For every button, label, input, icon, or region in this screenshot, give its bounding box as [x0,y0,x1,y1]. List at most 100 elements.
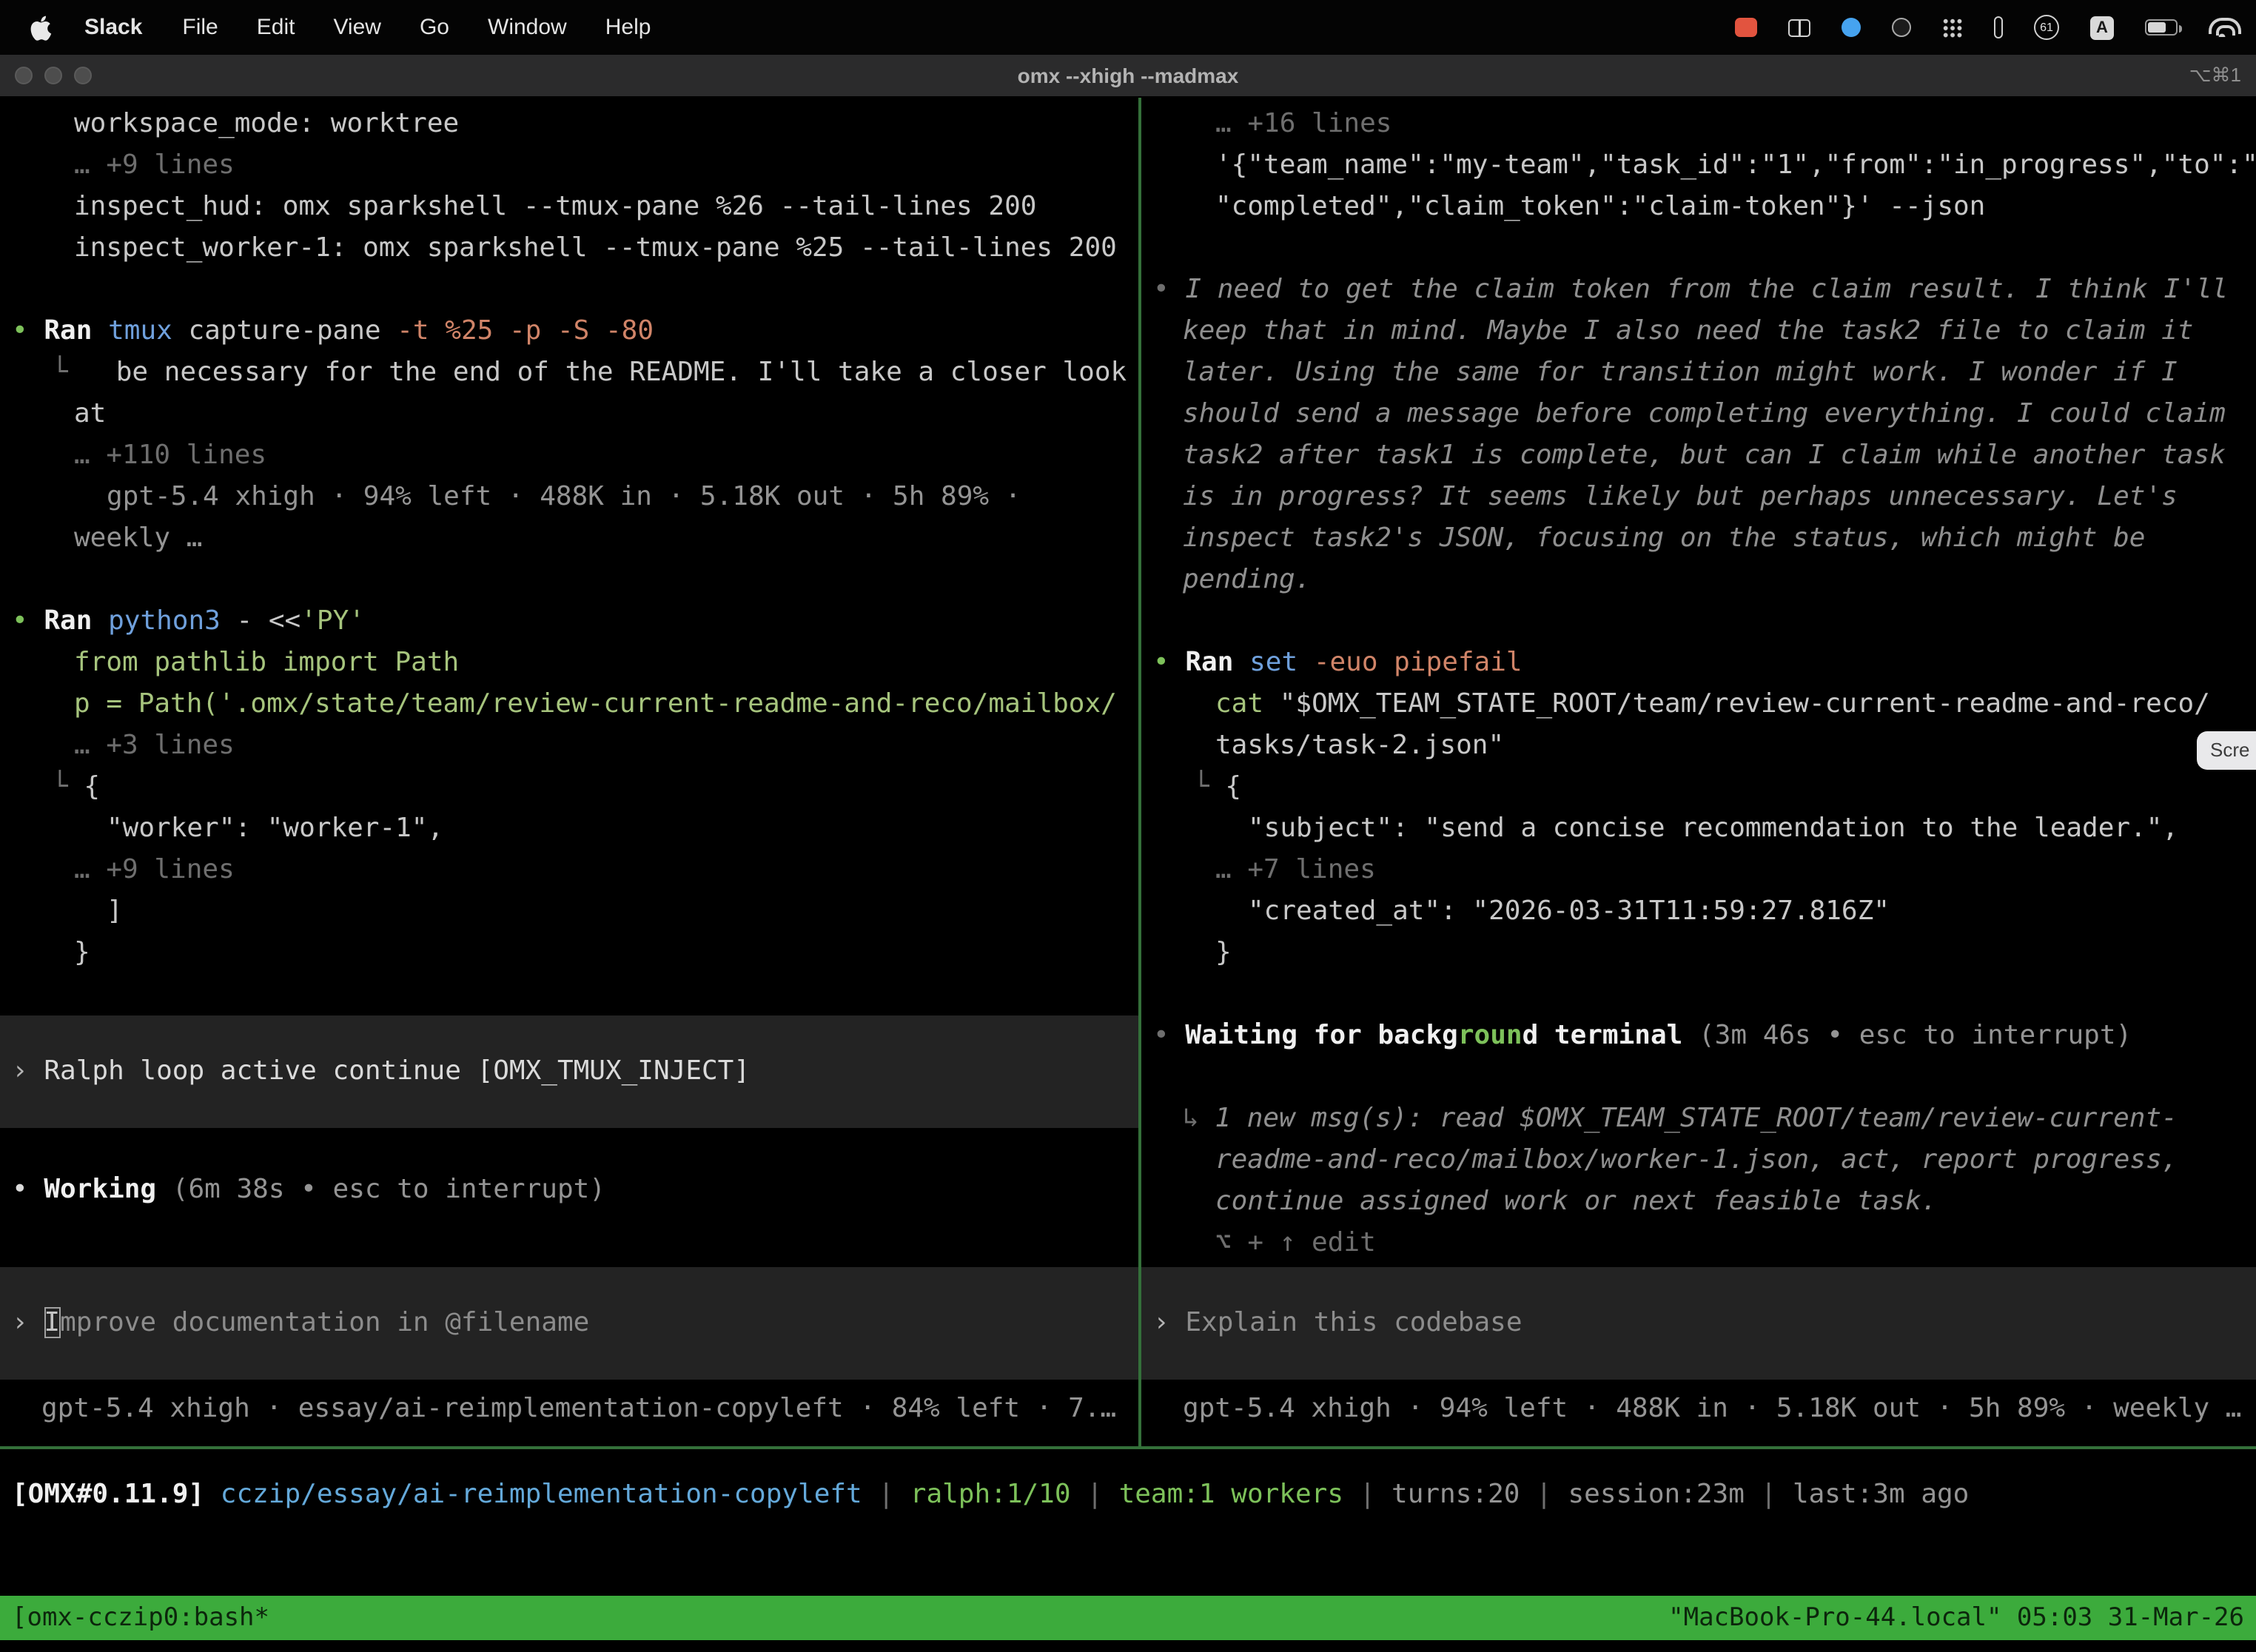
ralph-loop-banner[interactable]: › Ralph loop active continue [OMX_TMUX_I… [0,1015,1138,1128]
close-button[interactable] [15,67,33,84]
text-span: "subject": "send a concise recommendatio… [1248,813,2178,844]
terminal-line: later. Using the same for transition mig… [1141,352,2256,394]
text-span: | [1520,1479,1568,1510]
battery-icon[interactable] [2145,19,2178,36]
terminal-line: … +3 lines [0,725,1138,767]
text-span: └ [52,771,84,802]
text-span: 1 new msg(s): read $OMX_TEAM_STATE_ROOT/… [1215,1103,2177,1134]
app-menu-title[interactable]: Slack [84,15,142,40]
text-span: • [12,315,44,346]
terminal-line: • Ran set -euo pipefail [1141,642,2256,684]
text-span: Explain this codebase [1185,1307,1522,1338]
text-span: | [1745,1479,1793,1510]
menu-edit[interactable]: Edit [238,15,315,40]
slim-app-icon[interactable] [1994,16,2003,38]
terminal-line: "created_at": "2026-03-31T11:59:27.816Z" [1141,891,2256,933]
text-span: } [1215,937,1232,968]
terminal-line: pending. [1141,560,2256,601]
menu-window[interactable]: Window [469,15,586,40]
circle-app-icon[interactable] [1892,18,1911,37]
screen-recording-indicator[interactable] [1735,18,1757,37]
terminal-line: … +9 lines [0,850,1138,891]
text-span: "created_at": "2026-03-31T11:59:27.816Z" [1248,896,1890,927]
text-span: › [12,1055,44,1087]
text-span: session:23m [1568,1479,1744,1510]
input-source-icon[interactable]: A [2090,16,2114,39]
text-span: later. Using the same for transition mig… [1183,357,2178,388]
text-span: from pathlib import Path [74,647,459,678]
terminal-line: gpt-5.4 xhigh · 94% left · 488K in · 5.1… [1141,1389,2256,1430]
text-span: ralph:1/10 [910,1479,1071,1510]
window-manager-icon[interactable] [1788,19,1810,36]
window-title: omx --xhigh --madmax [0,64,2256,87]
text-span: continue assigned work or next feasible … [1215,1186,1937,1217]
zoom-button[interactable] [74,67,92,84]
terminal-line: cat "$OMX_TEAM_STATE_ROOT/team/review-cu… [1141,684,2256,725]
left-pane: workspace_mode: worktree … +9 lines inspec… [0,98,1138,1446]
terminal-line: inspect_worker-1: omx sparkshell --tmux-… [0,228,1138,269]
text-span: … +9 lines [74,854,235,885]
text-span: tmux [108,315,188,346]
wifi-icon[interactable] [2209,18,2235,37]
menu-bar-left: Slack FileEditViewGoWindowHelp [0,14,670,41]
text-span: inspect_worker-1: omx sparkshell --tmux-… [74,232,1117,263]
screen-capture-popup[interactable]: Scre [2197,731,2256,770]
text-span: { [84,771,100,802]
text-span: mprove documentation in @filename [60,1307,589,1338]
prompt-input[interactable]: › Explain this codebase [1141,1267,2256,1380]
text-span: team:1 workers [1119,1479,1343,1510]
terminal-line: workspace_mode: worktree [0,104,1138,145]
terminal-line: • Ran python3 - <<'PY' [0,601,1138,642]
text-span: › [12,1307,44,1338]
terminal-line: is in progress? It seems likely but perh… [1141,477,2256,518]
menu-go[interactable]: Go [400,15,469,40]
text-span: (3m 46s • esc to interrupt) [1699,1020,2132,1051]
menu-view[interactable]: View [314,15,400,40]
menu-help[interactable]: Help [586,15,671,40]
text-span: • [12,1174,44,1205]
menu-file[interactable]: File [163,15,237,40]
text-span: I [44,1307,60,1338]
text-span: { [1225,771,1241,802]
terminal-line: at [0,394,1138,435]
window-title-bar[interactable]: omx --xhigh --madmax ⌥⌘1 [0,55,2256,98]
tmux-host-clock: "MacBook-Pro-44.local" 05:03 31-Mar-26 [1668,1596,2244,1640]
terminal-window: omx --xhigh --madmax ⌥⌘1 workspace_mode:… [0,55,2256,1652]
terminal-line: '{"team_name":"my-team","task_id":"1","f… [1141,145,2256,187]
apple-menu[interactable] [30,14,52,41]
text-span: weekly … [74,523,202,554]
menubar-status-icons: 61 A [1735,15,2256,40]
text-span: workspace_mode: worktree [74,108,459,139]
minimize-button[interactable] [44,67,62,84]
terminal-line [1141,1057,2256,1098]
terminal-line: └ { [1141,767,2256,808]
terminal-line: └ { [0,767,1138,808]
text-span: set [1249,647,1314,678]
text-span: keep that in mind. Maybe I also need the… [1183,315,2193,346]
terminal-line: keep that in mind. Maybe I also need the… [1141,311,2256,352]
text-span: └ [1193,771,1225,802]
terminal-line: continue assigned work or next feasible … [1141,1181,2256,1223]
terminal-line: • Waiting for background terminal (3m 46… [1141,1015,2256,1057]
text-span: -t %25 -p -S -80 [397,315,654,346]
text-span: p = Path('.omx/state/team/review-current… [74,688,1117,719]
text-span: 'PY' [301,605,365,637]
text-span: gpt-5.4 xhigh · 94% left · 488K in · 5.1… [1183,1393,2242,1424]
text-span: inspect_hud: omx sparkshell --tmux-pane … [74,191,1036,222]
text-span: '{"team_name":"my-team","task_id":"1","f… [1215,150,2256,181]
screen: Slack FileEditViewGoWindowHelp 61 A omx -… [0,0,2256,1652]
badge-61-icon[interactable]: 61 [2034,15,2059,40]
dots-grid-icon[interactable] [1942,17,1963,38]
terminal-line: gpt-5.4 xhigh · essay/ai-reimplementatio… [0,1389,1138,1430]
terminal-line: } [0,933,1138,974]
terminal-line [0,974,1138,1015]
prompt-input[interactable]: › Improve documentation in @filename [0,1267,1138,1380]
text-span: is in progress? It seems likely but perh… [1183,481,2178,512]
text-span [204,1479,221,1510]
text-span: gpt-5.4 xhigh · 94% left · 488K in · 5.1… [107,481,1021,512]
water-drop-icon[interactable] [1842,18,1861,37]
terminal-line: p = Path('.omx/state/team/review-current… [0,684,1138,725]
text-span: … +7 lines [1215,854,1376,885]
terminal-line: ⌥ + ↑ edit [1141,1223,2256,1264]
text-span: task2 after task1 is complete, but can I… [1183,440,2226,471]
